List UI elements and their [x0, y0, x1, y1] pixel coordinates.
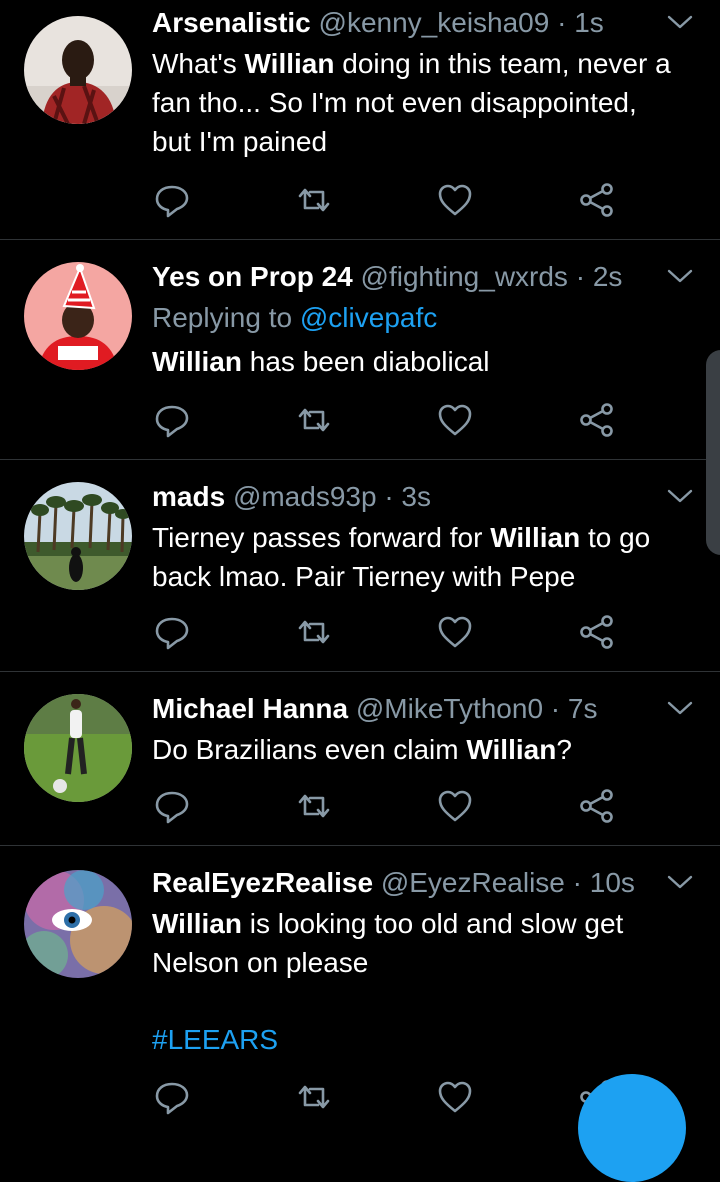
handle-and-time: @fighting_wxrds · 2s — [360, 261, 623, 292]
display-name[interactable]: Michael Hanna — [152, 693, 348, 724]
tweet-actions — [152, 612, 622, 652]
reply-handle-link[interactable]: @clivepafc — [300, 302, 437, 333]
tweet[interactable]: mads @mads93p · 3s Tierney passes forwar… — [0, 460, 720, 672]
tweet-actions — [152, 786, 622, 826]
avatar[interactable] — [24, 482, 132, 590]
tweet[interactable]: Michael Hanna @MikeTython0 · 7s Do Brazi… — [0, 672, 720, 846]
display-name[interactable]: RealEyezRealise — [152, 867, 373, 898]
reply-icon — [155, 185, 189, 218]
like-button[interactable] — [435, 1077, 475, 1117]
heart-icon — [438, 1081, 472, 1113]
hashtag-link[interactable]: #LEEARS — [152, 1020, 278, 1059]
tweet[interactable]: Yes on Prop 24 @fighting_wxrds · 2s Repl… — [0, 240, 720, 460]
share-icon — [580, 615, 613, 649]
retweet-icon — [298, 1085, 330, 1109]
retweet-icon — [298, 408, 330, 432]
reply-button[interactable] — [152, 612, 192, 652]
handle-and-time: @EyezRealise · 10s — [380, 867, 635, 898]
share-button[interactable] — [577, 786, 617, 826]
like-button[interactable] — [435, 400, 475, 440]
tweet-actions — [152, 400, 622, 440]
display-name[interactable]: Arsenalistic — [152, 7, 311, 38]
chevron-down-icon[interactable] — [666, 12, 694, 32]
reply-button[interactable] — [152, 1077, 192, 1117]
reply-icon — [155, 1082, 189, 1115]
tweet[interactable]: Arsenalistic @kenny_keisha09 · 1s What's… — [0, 0, 720, 240]
share-icon — [580, 403, 613, 437]
share-button[interactable] — [577, 400, 617, 440]
tweet-actions — [152, 180, 622, 220]
avatar[interactable] — [24, 870, 132, 978]
share-icon — [580, 789, 613, 823]
tweet-text: Do Brazilians even claim Willian? — [152, 734, 572, 765]
chevron-down-icon[interactable] — [666, 872, 694, 892]
reply-button[interactable] — [152, 786, 192, 826]
share-icon — [580, 183, 613, 217]
retweet-icon — [298, 188, 330, 212]
like-button[interactable] — [435, 180, 475, 220]
share-button[interactable] — [577, 180, 617, 220]
avatar[interactable] — [24, 16, 132, 124]
handle-and-time: @MikeTython0 · 7s — [355, 693, 598, 724]
handle-and-time: @kenny_keisha09 · 1s — [318, 7, 604, 38]
tweet[interactable]: RealEyezRealise @EyezRealise · 10s Willi… — [0, 846, 720, 1117]
like-button[interactable] — [435, 786, 475, 826]
tweet-actions — [152, 1077, 622, 1117]
heart-icon — [438, 790, 472, 822]
chevron-down-icon[interactable] — [666, 698, 694, 718]
tweet-text: Willian has been diabolical — [152, 346, 490, 377]
reply-button[interactable] — [152, 180, 192, 220]
replying-to: Replying to @clivepafc — [152, 302, 438, 333]
avatar[interactable] — [24, 262, 132, 370]
display-name[interactable]: Yes on Prop 24 — [152, 261, 353, 292]
share-button[interactable] — [577, 612, 617, 652]
tweet-text: Tierney passes forward for Willian to go… — [152, 522, 651, 592]
reply-icon — [155, 791, 189, 824]
reply-icon — [155, 617, 189, 650]
avatar[interactable] — [24, 694, 132, 802]
compose-tweet-button[interactable] — [578, 1074, 686, 1182]
retweet-button[interactable] — [294, 786, 334, 826]
chevron-down-icon[interactable] — [666, 486, 694, 506]
reply-button[interactable] — [152, 400, 192, 440]
reply-icon — [155, 405, 189, 438]
display-name[interactable]: mads — [152, 481, 225, 512]
heart-icon — [438, 404, 472, 436]
retweet-button[interactable] — [294, 400, 334, 440]
scrollbar-handle[interactable] — [706, 350, 720, 555]
like-button[interactable] — [435, 612, 475, 652]
heart-icon — [438, 184, 472, 216]
tweet-text: What's Willian doing in this team, never… — [152, 48, 671, 157]
retweet-icon — [298, 620, 330, 644]
retweet-icon — [298, 794, 330, 818]
chevron-down-icon[interactable] — [666, 266, 694, 286]
retweet-button[interactable] — [294, 1077, 334, 1117]
handle-and-time: @mads93p · 3s — [232, 481, 432, 512]
retweet-button[interactable] — [294, 180, 334, 220]
heart-icon — [438, 616, 472, 648]
tweet-text: Willian is looking too old and slow get … — [152, 908, 624, 978]
retweet-button[interactable] — [294, 612, 334, 652]
